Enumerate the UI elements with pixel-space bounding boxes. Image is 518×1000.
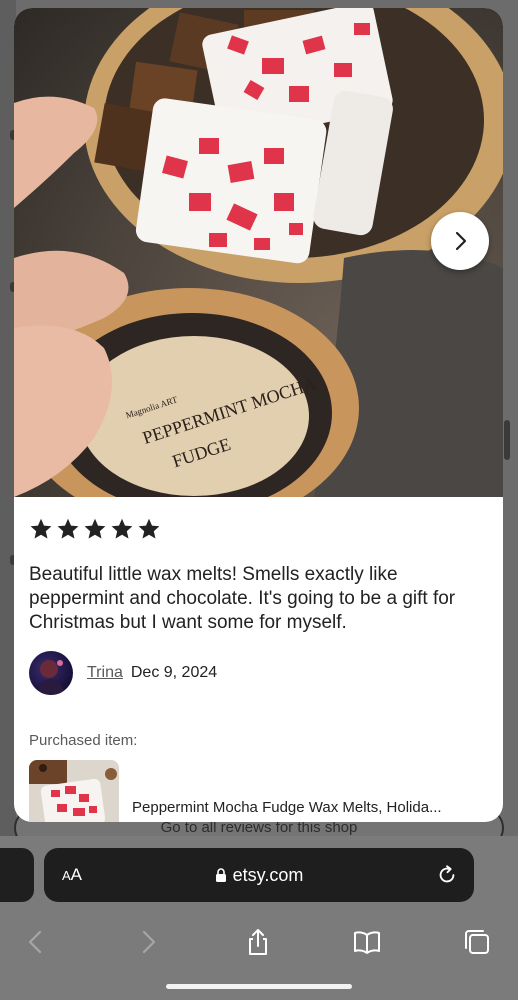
reviewer-name-link[interactable]: Trina — [87, 664, 123, 682]
review-text: Beautiful little wax melts! Smells exact… — [29, 564, 456, 633]
review-photo: PEPPERMINT MOCHA FUDGE Magnolia ART — [14, 8, 503, 497]
background-fragment — [504, 420, 510, 460]
purchased-item-title[interactable]: Peppermint Mocha Fudge Wax Melts, Holida… — [132, 799, 492, 816]
reviewer-row: Trina Dec 9, 2024 — [29, 651, 217, 695]
star-icon — [57, 518, 79, 539]
address-bar[interactable]: AA etsy.com — [44, 848, 474, 902]
purchased-item-label: Purchased item: — [29, 732, 138, 749]
next-photo-button[interactable] — [431, 212, 489, 270]
star-icon — [84, 518, 106, 539]
avatar-image — [37, 660, 65, 695]
tabs-icon[interactable] — [463, 928, 491, 956]
home-indicator — [166, 984, 352, 989]
chevron-right-icon[interactable] — [134, 928, 162, 956]
chevron-right-icon — [455, 231, 467, 251]
star-rating — [29, 517, 161, 541]
review-date: Dec 9, 2024 — [130, 664, 218, 681]
avatar[interactable] — [29, 651, 73, 695]
book-icon[interactable] — [353, 928, 381, 956]
reload-icon[interactable] — [436, 864, 458, 886]
purchased-item-thumbnail[interactable] — [29, 760, 119, 822]
purchased-item-image — [29, 760, 119, 822]
previous-tab-peek[interactable] — [0, 848, 34, 902]
url-container: etsy.com — [44, 848, 474, 902]
star-icon — [111, 518, 133, 539]
browser-bottom-bar: AA etsy.com — [0, 836, 518, 1000]
lock-icon — [215, 867, 226, 882]
review-modal: PEPPERMINT MOCHA FUDGE Magnolia ART Beau… — [14, 8, 503, 822]
browser-toolbar — [0, 916, 518, 966]
url-text: etsy.com — [232, 864, 304, 885]
chevron-left-icon[interactable] — [22, 928, 50, 956]
share-icon[interactable] — [244, 928, 272, 956]
review-photo-illustration: PEPPERMINT MOCHA FUDGE Magnolia ART — [14, 8, 503, 497]
star-icon — [30, 518, 52, 539]
star-icon — [138, 518, 160, 539]
